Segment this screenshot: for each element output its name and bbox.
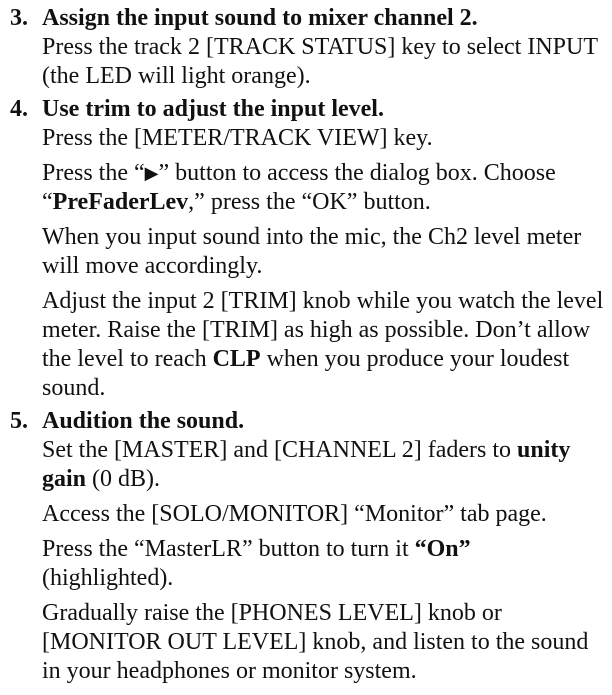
manual-page: 3. Assign the input sound to mixer chann… <box>0 0 612 695</box>
step-title: Assign the input sound to mixer channel … <box>42 5 478 31</box>
step-3: 3. Assign the input sound to mixer chann… <box>0 4 612 91</box>
step-paragraph: Access the [SOLO/MONITOR] “Monitor” tab … <box>42 501 547 527</box>
step-number: 4. <box>10 96 28 122</box>
step-title: Audition the sound. <box>42 408 245 434</box>
step-paragraph: Set the [MASTER] and [CHANNEL 2] faders … <box>42 436 606 494</box>
step-number: 5. <box>10 408 28 434</box>
state-name: “On” <box>414 536 471 562</box>
text-run: ,” press the “OK” button. <box>188 189 431 215</box>
text-run: Set the [MASTER] and [CHANNEL 2] faders … <box>42 437 518 463</box>
step-number: 3. <box>10 5 28 31</box>
step-paragraph: Gradually raise the [PHONES LEVEL] knob … <box>42 600 589 684</box>
play-icon: ▶︎ <box>144 163 159 184</box>
step-5: 5. Audition the sound. Set the [MASTER] … <box>0 407 612 686</box>
option-name: PreFaderLev <box>52 189 189 215</box>
step-4: 4. Use trim to adjust the input level. P… <box>0 95 612 403</box>
step-title: Use trim to adjust the input level. <box>42 96 384 122</box>
text-run: Press the “ <box>42 160 145 186</box>
step-paragraph: Press the “MasterLR” button to turn it “… <box>42 535 606 593</box>
text-run: (0 dB). <box>86 466 161 492</box>
text-run: Press the “MasterLR” button to turn it <box>42 536 415 562</box>
text-run: (highlighted). <box>42 565 174 591</box>
level-indicator-name: CLP <box>212 346 261 372</box>
step-paragraph: Press the “▶︎” button to access the dial… <box>42 159 606 217</box>
step-paragraph: Press the track 2 [TRACK STATUS] key to … <box>42 34 598 89</box>
step-paragraph: When you input sound into the mic, the C… <box>42 224 582 279</box>
step-paragraph: Press the [METER/TRACK VIEW] key. <box>42 125 433 151</box>
step-paragraph: Adjust the input 2 [TRIM] knob while you… <box>42 287 606 403</box>
